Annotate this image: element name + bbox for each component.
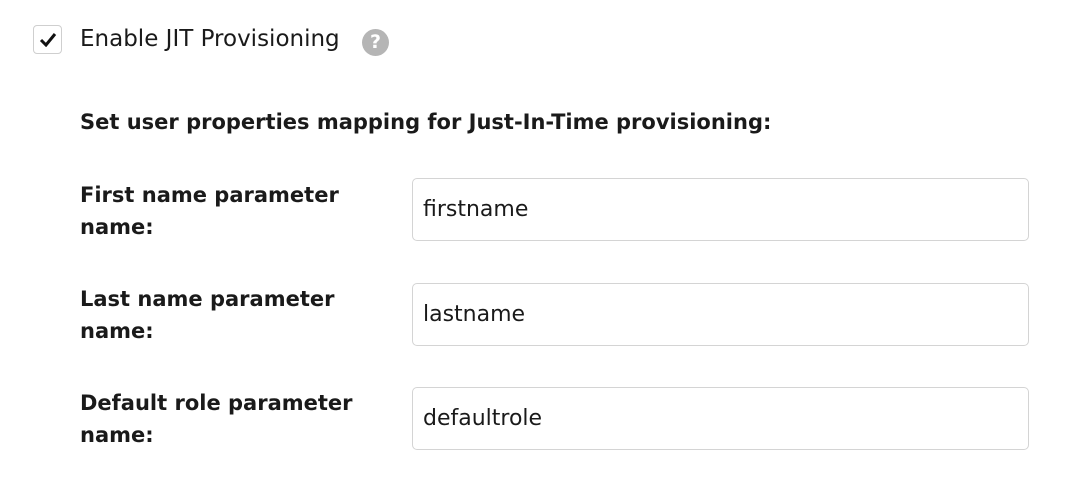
default-role-label: Default role parameter name: [80, 391, 353, 447]
section-heading: Set user properties mapping for Just-In-… [80, 110, 772, 134]
checkmark-icon [39, 33, 57, 47]
enable-jit-label[interactable]: Enable JIT Provisioning [80, 24, 340, 54]
last-name-input[interactable] [412, 283, 1029, 346]
enable-jit-checkbox[interactable] [33, 25, 62, 54]
last-name-label: Last name parameter name: [80, 287, 335, 343]
first-name-label: First name parameter name: [80, 183, 339, 239]
first-name-input[interactable] [412, 178, 1029, 241]
default-role-input[interactable] [412, 387, 1029, 450]
question-circle-icon[interactable]: ? [362, 29, 389, 56]
